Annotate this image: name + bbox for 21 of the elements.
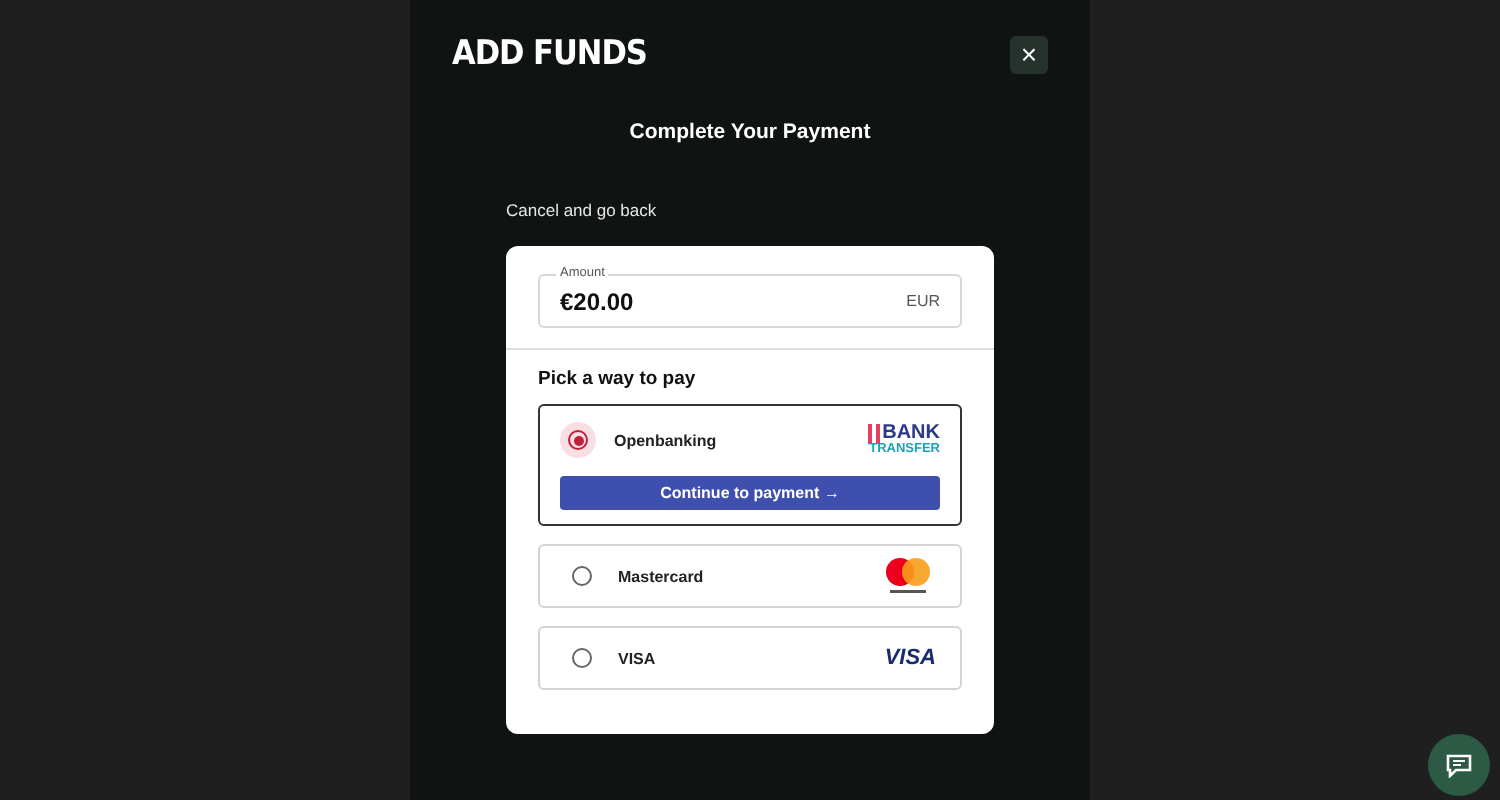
mastercard-logo [880,556,936,596]
currency-label: EUR [906,292,940,310]
amount-value: €20.00 [560,287,634,315]
chat-icon [1446,753,1472,777]
visa-logo: VISA [884,646,936,670]
modal-title: ADD FUNDS [452,34,647,74]
radio-button[interactable] [572,566,592,586]
option-label: Mastercard [618,567,706,585]
chat-button[interactable] [1428,734,1490,796]
payment-heading: Complete Your Payment [629,120,871,144]
option-label: VISA [618,649,658,667]
logo-text: BANK [868,423,940,444]
radio-button[interactable] [560,422,596,458]
cancel-link[interactable]: Cancel and go back [506,200,657,220]
continue-button[interactable]: Continue to payment → [560,476,940,510]
section-title: Pick a way to pay [538,368,698,390]
close-button[interactable]: × [1010,35,1048,73]
option-label: Openbanking [614,431,719,449]
radio-button[interactable] [572,648,592,668]
payment-option[interactable]: VISA VISA [538,626,962,690]
payment-option[interactable]: Mastercard [538,544,962,608]
